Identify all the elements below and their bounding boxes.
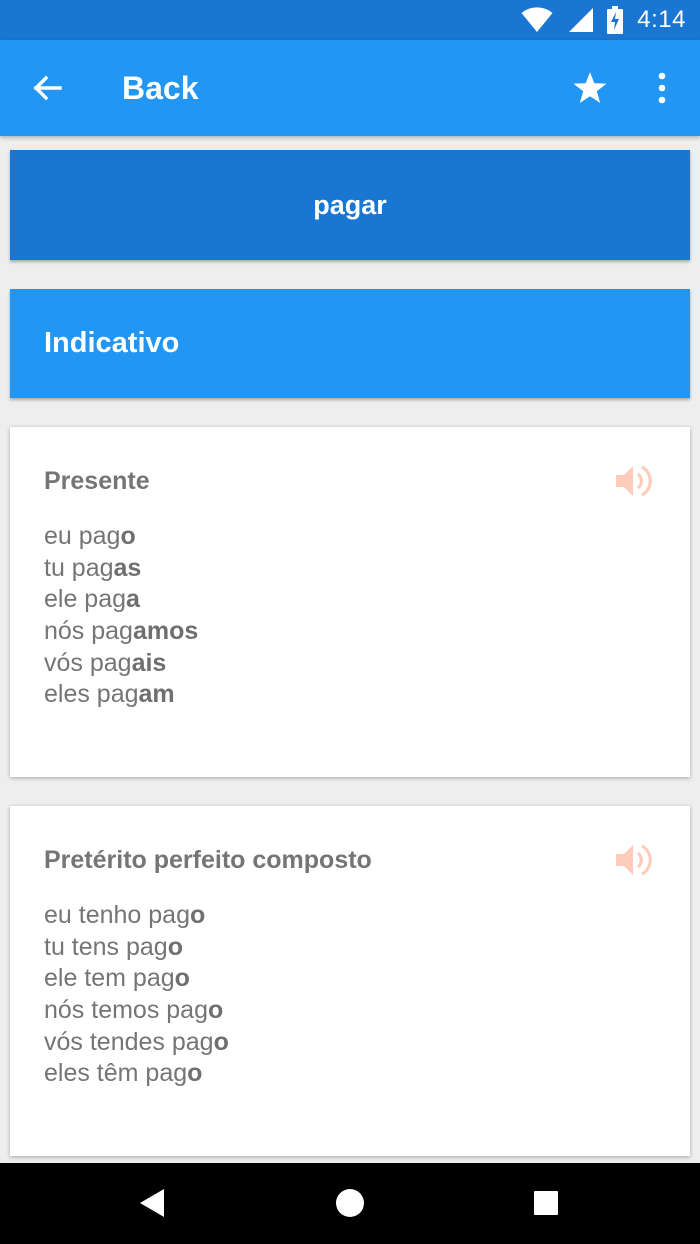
status-bar: 4:14 <box>0 0 700 40</box>
app-title[interactable]: Back <box>122 70 199 107</box>
conjugation-row: ele paga <box>44 585 140 614</box>
conjugation-row: eles têm pago <box>44 1059 203 1088</box>
more-vert-icon <box>658 72 666 104</box>
conjugation-list: eu tenho pago tu tens pago ele tem pago … <box>44 900 229 1090</box>
screen: 4:14 Back pagar Indicativo Presente eu p… <box>0 0 700 1244</box>
speaker-icon <box>616 844 652 876</box>
conjugation-list: eu pago tu pagas ele paga nós pagamos vó… <box>44 521 198 711</box>
tense-title: Presente <box>44 467 150 495</box>
nav-back-button[interactable] <box>136 1185 170 1221</box>
tense-card-presente: Presente eu pago tu pagas ele paga nós p… <box>10 427 690 777</box>
star-icon <box>573 72 607 103</box>
nav-recents-icon <box>534 1191 558 1215</box>
conjugation-row: eu pago <box>44 522 136 550</box>
speak-button[interactable] <box>614 842 654 878</box>
back-button[interactable] <box>26 66 70 110</box>
conjugation-row: tu pagas <box>44 553 142 582</box>
nav-back-icon <box>140 1189 164 1217</box>
conjugation-row: vós pagais <box>44 648 167 677</box>
nav-recents-button[interactable] <box>533 1190 559 1216</box>
mood-header[interactable]: Indicativo <box>10 289 690 398</box>
conjugation-row: vós tendes pago <box>44 1027 229 1056</box>
favorite-button[interactable] <box>568 66 612 110</box>
verb-header: pagar <box>10 150 690 260</box>
speaker-icon <box>616 465 652 497</box>
conjugation-row: tu tens pago <box>44 932 183 961</box>
conjugation-row: nós pagamos <box>44 617 199 646</box>
wifi-icon <box>521 7 553 32</box>
conjugation-row: ele tem pago <box>44 964 190 993</box>
battery-icon <box>607 6 624 34</box>
conjugation-row: eles pagam <box>44 680 175 709</box>
back-arrow-icon <box>33 75 62 101</box>
signal-icon <box>569 8 594 32</box>
nav-home-icon <box>336 1189 364 1217</box>
overflow-menu-button[interactable] <box>640 66 684 110</box>
status-time: 4:14 <box>637 6 686 33</box>
app-bar: Back <box>0 40 700 136</box>
nav-home-button[interactable] <box>334 1187 366 1219</box>
tense-card-preterito-perfeito-composto: Pretérito perfeito composto eu tenho pag… <box>10 806 690 1156</box>
navigation-bar <box>0 1163 700 1244</box>
conjugation-row: nós temos pago <box>44 996 224 1025</box>
tense-title: Pretérito perfeito composto <box>44 846 372 874</box>
conjugation-row: eu tenho pago <box>44 901 206 929</box>
speak-button[interactable] <box>614 463 654 499</box>
